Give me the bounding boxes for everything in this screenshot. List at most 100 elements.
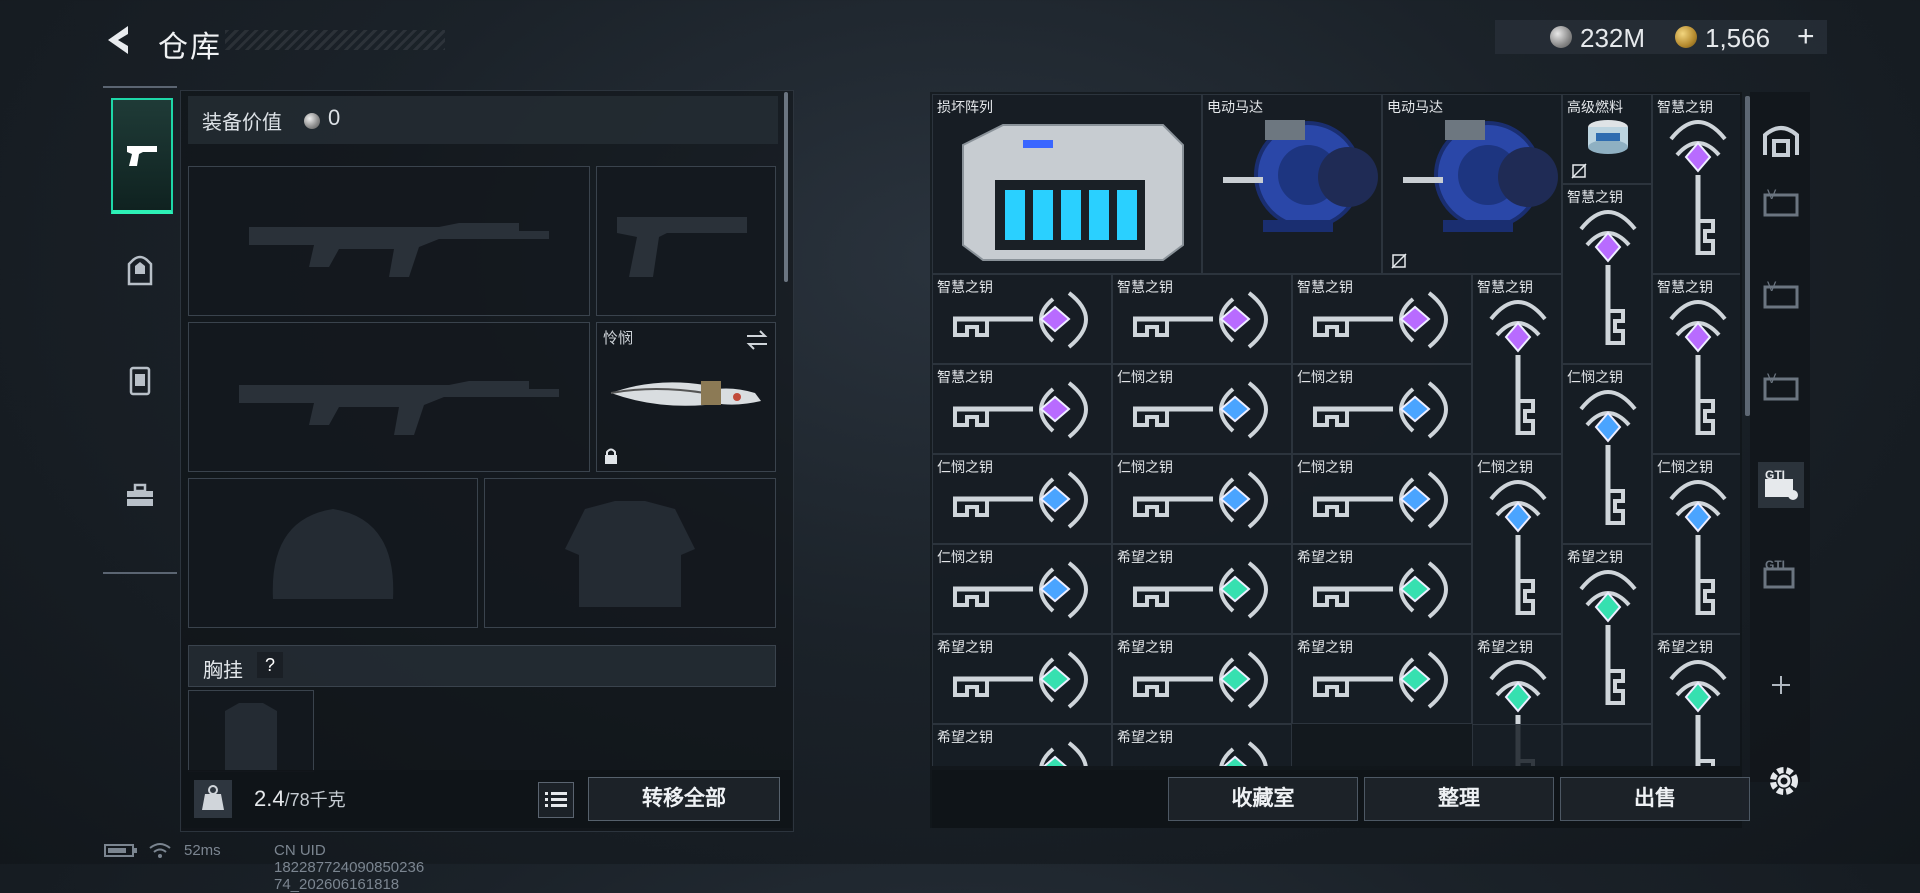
help-button[interactable]: ? bbox=[257, 652, 283, 678]
weight-max: /78千克 bbox=[284, 790, 346, 810]
storage-item[interactable]: 仁悯之钥 bbox=[1562, 364, 1652, 544]
knife-image bbox=[610, 381, 761, 406]
storage-item[interactable]: 智慧之钥 bbox=[1652, 94, 1740, 274]
tab-storage-2[interactable]: V bbox=[1758, 272, 1804, 318]
melee-weapon-slot[interactable]: 怜悯 bbox=[596, 322, 776, 472]
storage-item[interactable]: 仁悯之钥 bbox=[1112, 454, 1292, 544]
tab-vault[interactable] bbox=[1758, 116, 1804, 162]
equipment-value-label: 装备价值 bbox=[202, 112, 282, 134]
storage-item[interactable]: 电动马达 bbox=[1202, 94, 1382, 274]
storage-item[interactable]: 智慧之钥 bbox=[1472, 274, 1562, 454]
settings-button[interactable] bbox=[1763, 760, 1805, 802]
gear-icon bbox=[1770, 767, 1798, 795]
tab-storage-1[interactable]: V bbox=[1758, 180, 1804, 226]
primary-weapon-slot[interactable] bbox=[188, 166, 590, 316]
tab-armor[interactable] bbox=[112, 353, 168, 409]
loadout-scrollbar[interactable] bbox=[784, 92, 788, 282]
storage-item-name: 损坏阵列 bbox=[937, 99, 993, 115]
collection-button[interactable]: 收藏室 bbox=[1168, 777, 1358, 821]
tab-toolbox[interactable] bbox=[112, 468, 168, 524]
tab-storage-gti[interactable]: GTI bbox=[1758, 552, 1804, 598]
storage-item[interactable]: 仁悯之钥 bbox=[1112, 364, 1292, 454]
storage-item-name: 仁悯之钥 bbox=[1297, 459, 1353, 475]
storage-item-name: 智慧之钥 bbox=[1297, 279, 1353, 295]
helmet-silhouette-icon bbox=[272, 509, 394, 599]
helmet-slot[interactable] bbox=[188, 478, 478, 628]
tab-storage-gti-active[interactable]: GTI bbox=[1758, 462, 1804, 508]
back-button[interactable] bbox=[100, 20, 140, 60]
storage-item[interactable]: 损坏阵列 bbox=[932, 94, 1202, 274]
storage-item[interactable]: 希望之钥 bbox=[1292, 544, 1472, 634]
sell-button[interactable]: 出售 bbox=[1560, 777, 1750, 821]
storage-item-name: 仁悯之钥 bbox=[937, 549, 993, 565]
list-view-button[interactable] bbox=[538, 782, 574, 818]
add-currency-button[interactable]: + bbox=[1797, 20, 1815, 54]
currency-bar: 232M 1,566 + bbox=[1495, 20, 1827, 54]
storage-item-name: 希望之钥 bbox=[1117, 549, 1173, 565]
storage-item[interactable]: 仁悯之钥 bbox=[1652, 454, 1740, 634]
melee-name: 怜悯 bbox=[603, 330, 634, 347]
storage-item-name: 电动马达 bbox=[1207, 99, 1263, 115]
empty-storage-cell[interactable] bbox=[1472, 724, 1562, 766]
lock-icon bbox=[605, 448, 617, 464]
key-image bbox=[1579, 390, 1637, 525]
secondary-weapon-slot[interactable] bbox=[596, 166, 776, 316]
back-arrow-icon bbox=[108, 26, 128, 54]
storage-item[interactable]: 智慧之钥 bbox=[932, 364, 1112, 454]
tab-backpack[interactable] bbox=[112, 243, 168, 299]
storage-item-name: 智慧之钥 bbox=[937, 279, 993, 295]
storage-item[interactable]: 智慧之钥 bbox=[1112, 274, 1292, 364]
storage-item[interactable]: 希望之钥 bbox=[932, 634, 1112, 724]
storage-item[interactable]: 仁悯之钥 bbox=[1292, 364, 1472, 454]
storage-item[interactable]: 仁悯之钥 bbox=[1472, 454, 1562, 634]
storage-item[interactable]: 希望之钥 bbox=[932, 724, 1112, 766]
storage-item-name: 智慧之钥 bbox=[937, 369, 993, 385]
storage-footer: 收藏室 整理 出售 bbox=[932, 770, 1750, 828]
storage-item[interactable]: 智慧之钥 bbox=[932, 274, 1112, 364]
armor-icon bbox=[129, 366, 151, 396]
sort-button[interactable]: 整理 bbox=[1364, 777, 1554, 821]
rifle-silhouette-icon bbox=[239, 381, 559, 435]
rifle-silhouette-icon bbox=[249, 223, 549, 277]
storage-item[interactable]: 电动马达 bbox=[1382, 94, 1562, 274]
storage-item-name: 仁悯之钥 bbox=[1567, 369, 1623, 385]
no-transfer-icon bbox=[1571, 163, 1587, 179]
storage-item[interactable]: 希望之钥 bbox=[1112, 634, 1292, 724]
key-image bbox=[1669, 300, 1727, 435]
chest-rig-silhouette-icon bbox=[225, 703, 277, 771]
storage-item[interactable]: 希望之钥 bbox=[1112, 544, 1292, 634]
storage-item[interactable]: 智慧之钥 bbox=[1292, 274, 1472, 364]
swap-icon[interactable] bbox=[745, 329, 769, 351]
storage-item-name: 仁悯之钥 bbox=[1657, 459, 1713, 475]
body-armor-slot[interactable] bbox=[484, 478, 776, 628]
key-image bbox=[1669, 120, 1727, 255]
empty-storage-cell[interactable] bbox=[1562, 724, 1652, 766]
primary-weapon-slot-2[interactable] bbox=[188, 322, 590, 472]
add-storage-icon bbox=[1772, 676, 1790, 694]
chest-rig-header: 胸挂 ? bbox=[188, 645, 776, 687]
storage-item[interactable]: 希望之钥 bbox=[1562, 544, 1652, 724]
page-title: 仓库 bbox=[158, 31, 222, 64]
storage-item[interactable]: 仁悯之钥 bbox=[932, 454, 1112, 544]
storage-v1-icon: V bbox=[1763, 186, 1799, 217]
storage-item[interactable]: 仁悯之钥 bbox=[932, 544, 1112, 634]
storage-item[interactable]: 智慧之钥 bbox=[1652, 274, 1740, 454]
tab-storage-3[interactable]: V bbox=[1758, 364, 1804, 410]
storage-item[interactable]: 高级燃料 bbox=[1562, 94, 1652, 184]
silver-coin-icon bbox=[1550, 26, 1572, 48]
list-icon bbox=[545, 792, 567, 807]
tab-weapons[interactable] bbox=[111, 98, 173, 214]
add-storage-button[interactable] bbox=[1758, 662, 1804, 708]
vault-icon bbox=[1763, 126, 1799, 157]
equipment-value: 0 bbox=[328, 105, 341, 130]
storage-item-name: 希望之钥 bbox=[1477, 639, 1533, 655]
storage-gti-active-icon: GTI bbox=[1765, 468, 1798, 500]
storage-item[interactable]: 希望之钥 bbox=[1112, 724, 1292, 766]
storage-item[interactable]: 希望之钥 bbox=[1652, 634, 1740, 766]
storage-item[interactable]: 智慧之钥 bbox=[1562, 184, 1652, 364]
storage-item-name: 希望之钥 bbox=[1117, 639, 1173, 655]
storage-item[interactable]: 仁悯之钥 bbox=[1292, 454, 1472, 544]
transfer-all-button[interactable]: 转移全部 bbox=[588, 777, 780, 821]
storage-item[interactable]: 希望之钥 bbox=[1292, 634, 1472, 724]
chest-rig-slot[interactable] bbox=[188, 690, 314, 772]
